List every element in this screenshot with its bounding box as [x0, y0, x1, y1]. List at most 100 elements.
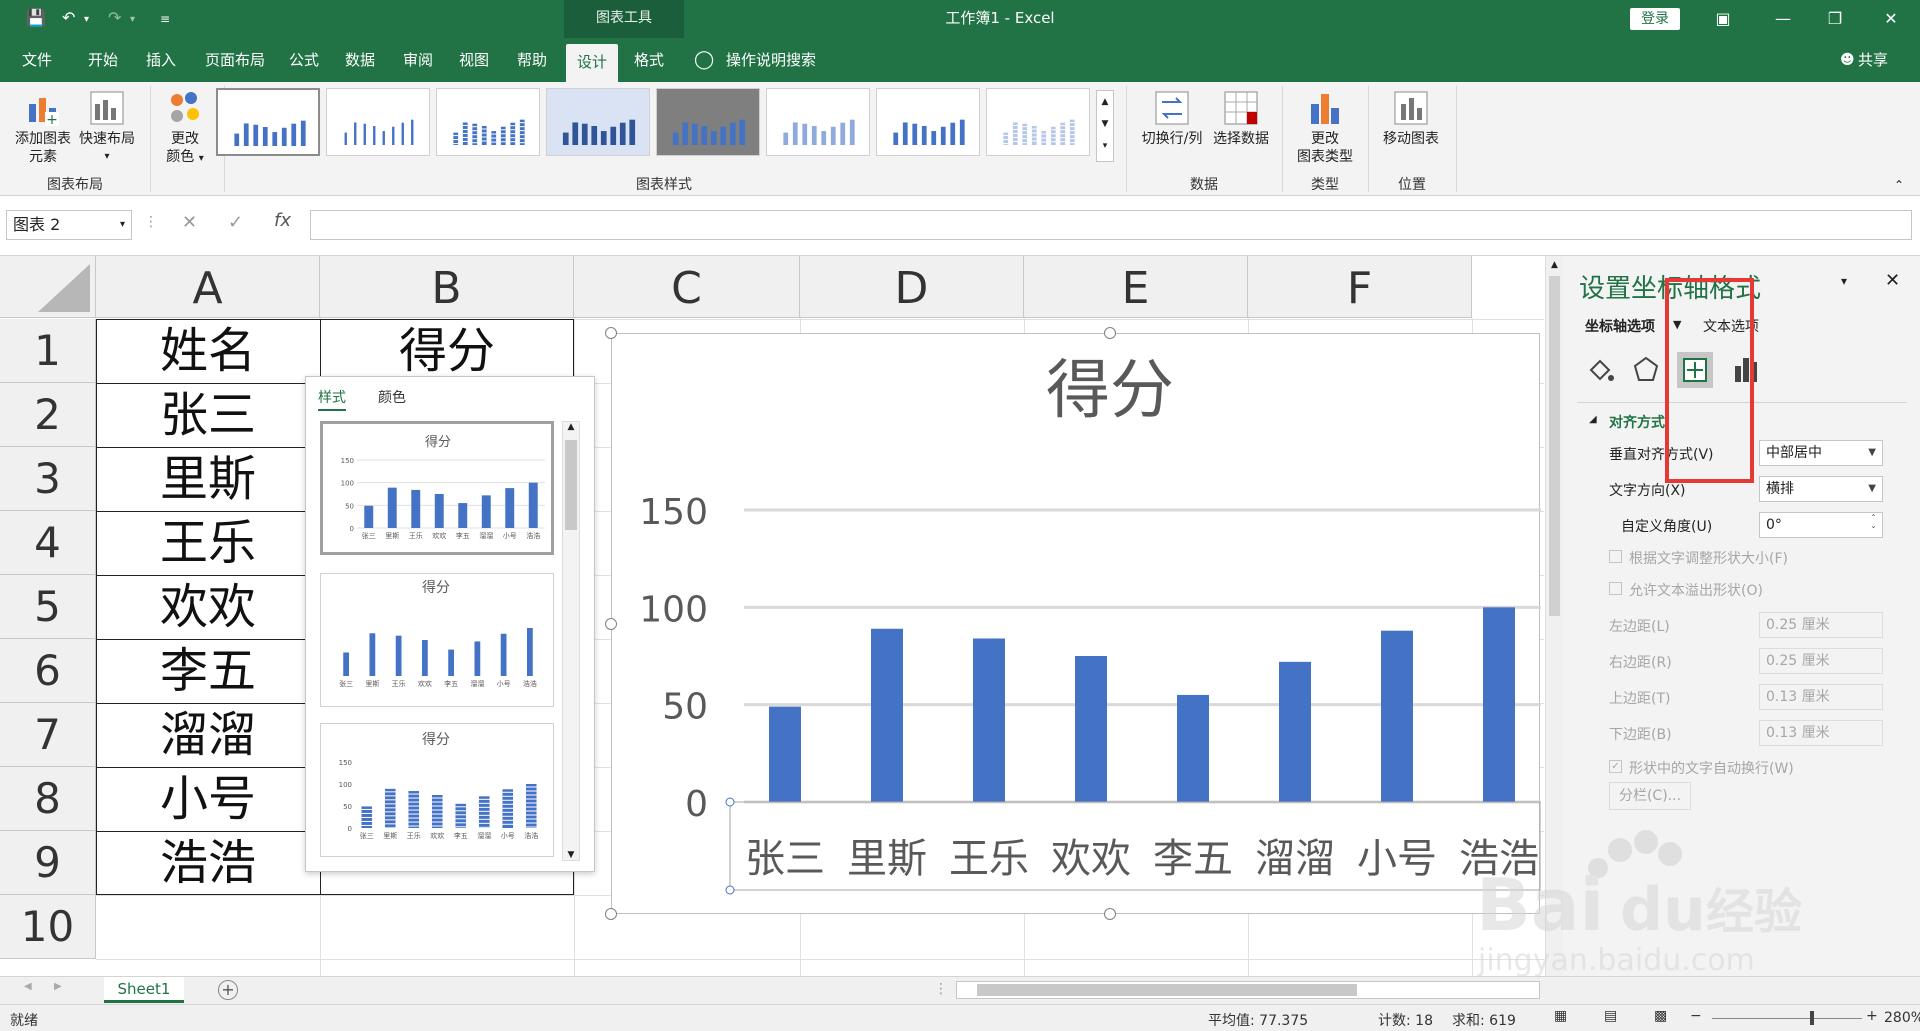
popup-scrollbar[interactable]: ▲ ▼	[562, 421, 580, 861]
cell-b1[interactable]: 得分	[320, 320, 574, 382]
row-header-9[interactable]: 9	[0, 831, 96, 895]
login-button[interactable]: 登录	[1630, 8, 1680, 30]
section-collapse-icon[interactable]: ◢	[1589, 414, 1597, 425]
zoom-in-icon[interactable]: +	[1866, 1008, 1878, 1024]
bottom-margin-spinner[interactable]: 0.13 厘米	[1759, 720, 1883, 746]
column-header-e[interactable]: E	[1024, 256, 1248, 318]
next-sheet-icon[interactable]: ▶	[54, 981, 62, 992]
wrap-text-checkbox[interactable]: ✓	[1609, 760, 1622, 773]
effects-icon[interactable]	[1631, 354, 1661, 384]
scroll-up-icon[interactable]: ▲	[1546, 256, 1563, 274]
zoom-level[interactable]: 280%	[1884, 1010, 1920, 1026]
cell-a1[interactable]: 姓名	[96, 319, 320, 383]
restore-icon[interactable]: ❐	[1820, 6, 1850, 32]
undo-dropdown-icon[interactable]: ▾	[84, 14, 89, 25]
customize-qat-icon[interactable]: ≡	[160, 12, 170, 26]
add-chart-element-button[interactable]: + 添加图表 元素	[8, 90, 78, 166]
chart-style-thumb-6[interactable]	[766, 88, 870, 156]
switch-row-column-button[interactable]: 切换行/列	[1138, 90, 1206, 148]
insert-function-icon[interactable]: fx	[274, 210, 291, 231]
normal-view-icon[interactable]: ▦	[1554, 1008, 1567, 1024]
custom-angle-spinner[interactable]: 0° ˆ ˇ	[1759, 512, 1883, 538]
resize-handle-tm[interactable]	[1104, 327, 1116, 339]
tab-help[interactable]: 帮助	[508, 38, 556, 82]
quick-layout-button[interactable]: 快速布局 ▾	[74, 90, 140, 166]
scroll-thumb[interactable]	[1549, 276, 1560, 616]
cell-a6[interactable]: 李五	[96, 639, 320, 703]
popup-scroll-down-icon[interactable]: ▼	[563, 850, 579, 860]
popup-style-thumb-2[interactable]: 得分 张三 里斯 王乐 欢欢 李五 溜溜 小号 浩浩	[320, 573, 554, 707]
gallery-down-icon[interactable]: ▼	[1097, 113, 1113, 135]
popup-tab-style[interactable]: 样式	[318, 387, 346, 411]
tab-view[interactable]: 视图	[450, 38, 498, 82]
chart-style-thumb-7[interactable]	[876, 88, 980, 156]
popup-scroll-up-icon[interactable]: ▲	[563, 422, 579, 432]
right-margin-spinner[interactable]: 0.25 厘米	[1759, 648, 1883, 674]
undo-icon[interactable]: ↶	[62, 8, 75, 27]
top-margin-spinner[interactable]: 0.13 厘米	[1759, 684, 1883, 710]
confirm-entry-icon[interactable]: ✓	[228, 212, 243, 233]
add-sheet-icon[interactable]: +	[218, 980, 238, 1000]
save-icon[interactable]: 💾	[26, 8, 46, 27]
row-header-2[interactable]: 2	[0, 383, 96, 447]
left-margin-spinner[interactable]: 0.25 厘米	[1759, 612, 1883, 638]
sheet-tab-sheet1[interactable]: Sheet1	[104, 977, 184, 1003]
page-break-view-icon[interactable]: ▩	[1654, 1008, 1667, 1024]
cell-a9[interactable]: 浩浩	[96, 831, 320, 895]
pane-options-icon[interactable]: ▾	[1841, 274, 1847, 288]
chart-style-thumb-2[interactable]	[326, 88, 430, 156]
cell-a4[interactable]: 王乐	[96, 511, 320, 575]
prev-sheet-icon[interactable]: ◀	[24, 981, 32, 992]
ribbon-display-options-icon[interactable]: ▣	[1708, 6, 1738, 32]
minimize-icon[interactable]: —	[1768, 6, 1798, 32]
formula-input[interactable]	[310, 210, 1912, 240]
tab-data[interactable]: 数据	[336, 38, 384, 82]
redo-icon[interactable]: ↷	[108, 8, 121, 27]
tell-me-search[interactable]: 操作说明搜索	[726, 38, 816, 82]
cell-a3[interactable]: 里斯	[96, 447, 320, 511]
resize-handle-ml[interactable]	[605, 618, 617, 630]
change-chart-type-button[interactable]: 更改 图表类型	[1290, 90, 1360, 166]
tab-axis-options[interactable]: 坐标轴选项	[1585, 316, 1655, 336]
column-header-b[interactable]: B	[320, 256, 574, 318]
column-header-f[interactable]: F	[1248, 256, 1472, 318]
popup-scroll-thumb[interactable]	[565, 440, 577, 530]
chart-style-thumb-1[interactable]	[216, 88, 320, 156]
cancel-entry-icon[interactable]: ✕	[182, 212, 197, 233]
allow-overflow-checkbox[interactable]	[1609, 582, 1622, 595]
column-header-d[interactable]: D	[800, 256, 1024, 318]
column-header-a[interactable]: A	[96, 256, 320, 318]
chart-style-thumb-4[interactable]	[546, 88, 650, 156]
section-alignment[interactable]: 对齐方式	[1609, 412, 1665, 432]
vertical-align-dropdown[interactable]: 中部居中 ▼	[1759, 440, 1883, 466]
chart-style-thumb-5[interactable]	[656, 88, 760, 156]
bar-chart[interactable]: 得分 0 50 100 150 张三 里斯 王乐 欢欢 李五 溜溜 小号 浩浩	[611, 333, 1541, 914]
tab-format[interactable]: 格式	[624, 38, 674, 82]
resize-handle-bl[interactable]	[605, 908, 617, 920]
user-icon[interactable]: ☻	[1840, 38, 1855, 82]
tab-design[interactable]: 设计	[566, 44, 618, 82]
chart-style-thumb-8[interactable]	[986, 88, 1090, 156]
name-box[interactable]: 图表 2 ▾	[6, 210, 132, 240]
fill-line-icon[interactable]	[1585, 354, 1615, 384]
tab-page-layout[interactable]: 页面布局	[194, 38, 276, 82]
row-header-7[interactable]: 7	[0, 703, 96, 767]
gallery-more-icon[interactable]: ▾	[1097, 135, 1113, 157]
resize-handle-tl[interactable]	[605, 327, 617, 339]
resize-handle-bm[interactable]	[1104, 908, 1116, 920]
column-header-c[interactable]: C	[574, 256, 800, 318]
name-box-dropdown-icon[interactable]: ▾	[120, 211, 125, 239]
spinner-icon[interactable]: ˆˇ	[1871, 514, 1876, 538]
zoom-slider[interactable]	[1712, 1018, 1862, 1019]
select-data-button[interactable]: 选择数据	[1208, 90, 1274, 148]
columns-button[interactable]: 分栏(C)...	[1609, 782, 1691, 810]
tab-review[interactable]: 审阅	[394, 38, 442, 82]
chart-style-thumb-3[interactable]	[436, 88, 540, 156]
zoom-out-icon[interactable]: −	[1690, 1008, 1702, 1024]
popup-style-thumb-3[interactable]: 得分 0 50 100 150 张三 里斯 王乐 欢欢 李五 溜溜 小号 浩浩	[320, 723, 554, 857]
popup-tab-color[interactable]: 颜色	[378, 387, 406, 407]
horizontal-scroll-thumb[interactable]	[977, 984, 1357, 996]
popup-style-thumb-1[interactable]: 得分 0 50 100 150 张三 里斯 王乐 欢欢 李五 溜溜 小号 浩浩	[320, 421, 554, 555]
cell-a8[interactable]: 小号	[96, 767, 320, 831]
move-chart-button[interactable]: 移动图表	[1376, 90, 1446, 148]
